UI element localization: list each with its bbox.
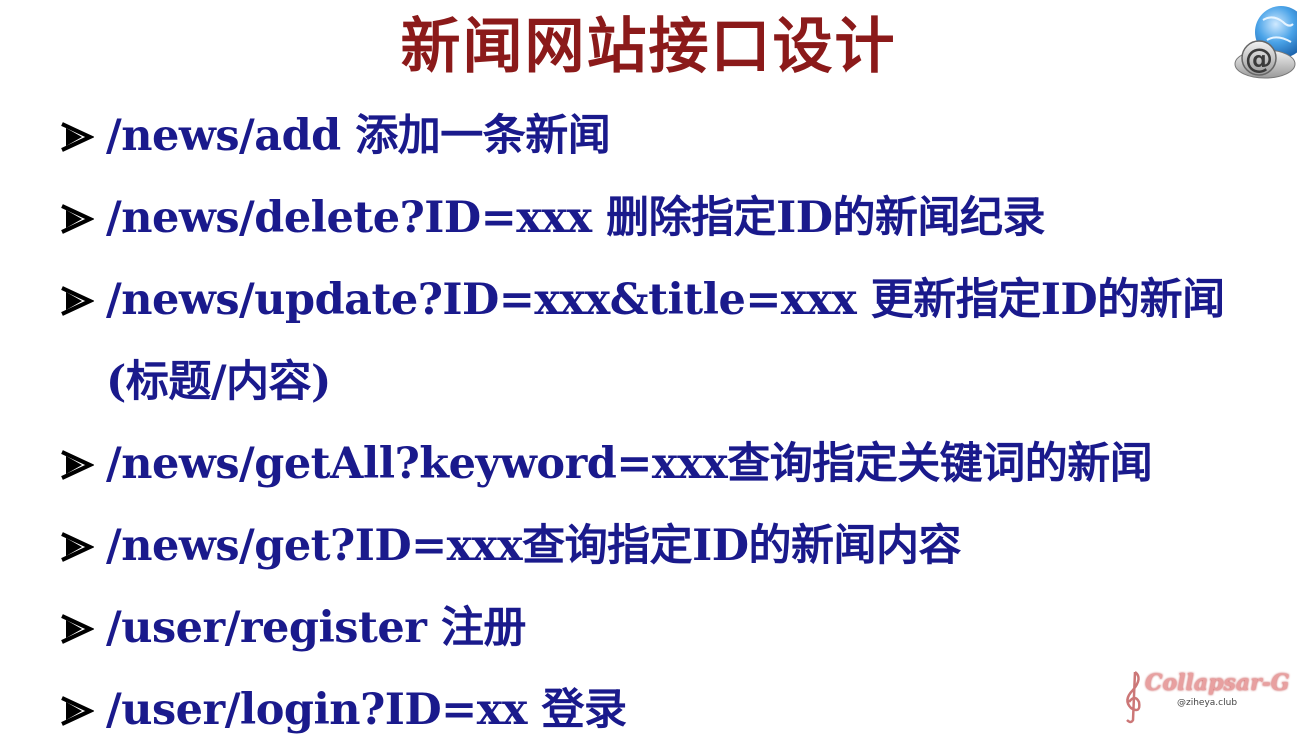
bullet-text: /news/get?ID=xxx查询指定ID的新闻内容 (106, 521, 961, 571)
watermark: Collapsar-G @ziheya.club (1119, 668, 1290, 724)
watermark-subtext: @ziheya.club (1177, 698, 1238, 708)
bullet-text: /user/register 注册 (106, 603, 526, 653)
svg-text:@: @ (1245, 42, 1273, 75)
list-item: /news/add 添加一条新闻 (58, 95, 1288, 177)
arrow-bullet-icon (58, 95, 106, 177)
list-item: /news/getAll?keyword=xxx查询指定关键词的新闻 (58, 423, 1288, 505)
list-item: /news/get?ID=xxx查询指定ID的新闻内容 (58, 505, 1288, 587)
arrow-bullet-icon (58, 177, 106, 259)
slide: 新闻网站接口设计 @ /news/add 添加一条新闻 /news/delete… (0, 0, 1297, 738)
list-item: /news/update?ID=xxx&title=xxx 更新指定ID的新闻(… (58, 259, 1288, 423)
list-item: /user/login?ID=xx 登录 (58, 669, 1288, 738)
arrow-bullet-icon (58, 669, 106, 738)
bullet-text: /news/update?ID=xxx&title=xxx 更新指定ID的新闻(… (106, 275, 1225, 407)
bullet-list: /news/add 添加一条新闻 /news/delete?ID=xxx 删除指… (58, 95, 1288, 738)
arrow-bullet-icon (58, 587, 106, 669)
watermark-text: Collapsar-G (1145, 670, 1290, 696)
list-item: /user/register 注册 (58, 587, 1288, 669)
email-globe-icon: @ (1233, 2, 1297, 82)
bullet-text: /user/login?ID=xx 登录 (106, 685, 627, 735)
arrow-bullet-icon (58, 505, 106, 587)
slide-title: 新闻网站接口设计 (400, 12, 897, 82)
bullet-text: /news/delete?ID=xxx 删除指定ID的新闻纪录 (106, 193, 1046, 243)
arrow-bullet-icon (58, 259, 106, 341)
arrow-bullet-icon (58, 423, 106, 505)
bullet-text: /news/add 添加一条新闻 (106, 111, 611, 161)
bullet-text: /news/getAll?keyword=xxx查询指定关键词的新闻 (106, 439, 1153, 489)
list-item: /news/delete?ID=xxx 删除指定ID的新闻纪录 (58, 177, 1288, 259)
